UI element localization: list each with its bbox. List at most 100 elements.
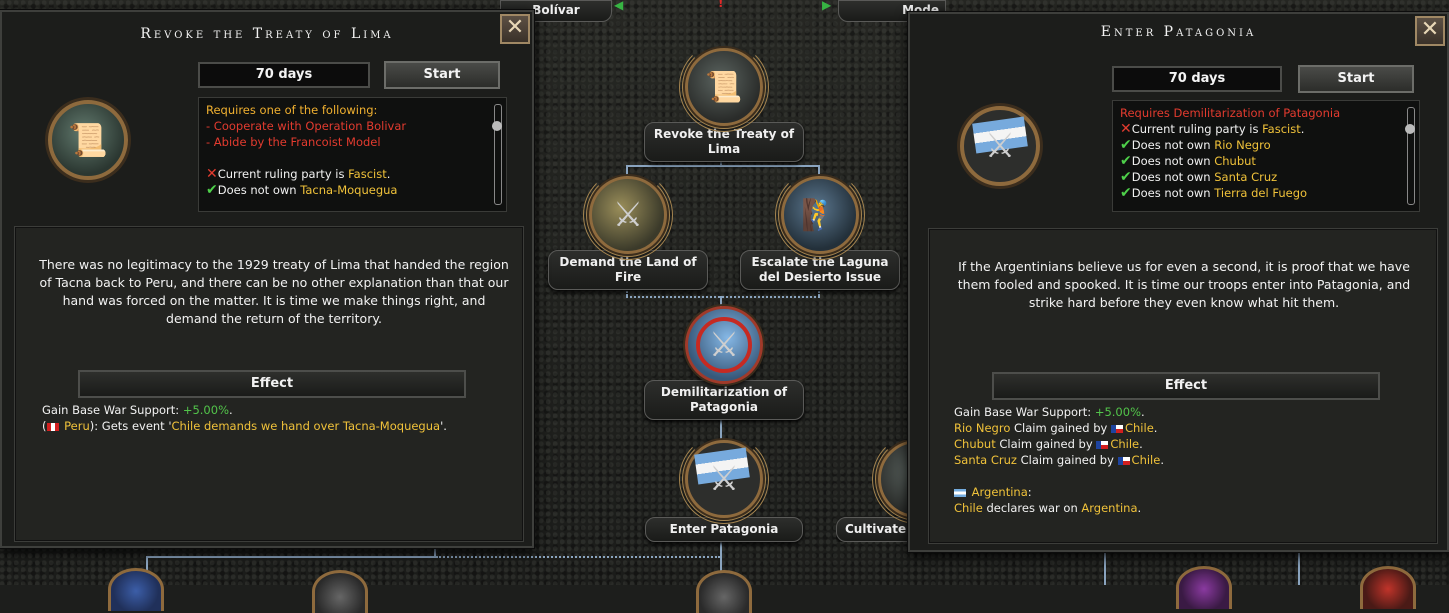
requirement-line: ✕Current ruling party is Fascist. (1120, 121, 1395, 137)
requirement-line: Requires one of the following: (206, 102, 482, 118)
text-span: ): Gets event ' (89, 419, 172, 433)
panel-title: Enter Patagonia (1100, 24, 1257, 40)
text-span: . (1300, 122, 1305, 136)
focus-icon-partial[interactable] (696, 570, 752, 613)
text-span: Santa Cruz (954, 453, 1017, 467)
text-span: Does not own (1131, 154, 1215, 168)
checkmark-icon: ✔ (1120, 185, 1132, 201)
requirement-line (206, 150, 482, 166)
focus-icon-partial[interactable] (1360, 566, 1416, 609)
focus-icon-partial[interactable] (312, 570, 368, 613)
text-span: Does not own (217, 183, 301, 197)
text-span: declares war on (982, 501, 1082, 515)
focus-description: If the Argentinians believe us for even … (957, 259, 1411, 310)
text-span: . (386, 167, 391, 181)
text-span: Fascist (1262, 122, 1301, 136)
text-span: - Abide by the Francoist Model (206, 135, 381, 149)
requirement-line: - Abide by the Francoist Model (206, 134, 482, 150)
text-span: '. (440, 419, 447, 433)
focus-icon-partial[interactable] (1176, 566, 1232, 609)
text-span: Does not own (1131, 170, 1215, 184)
requirements-box[interactable]: Requires Demilitarization of Patagonia ✕C… (1112, 100, 1420, 212)
text-span: Rio Negro (1214, 138, 1271, 152)
checkmark-icon: ✔ (1120, 137, 1132, 153)
focus-land-of-fire[interactable]: ⚔ Demand the Land of Fire (548, 170, 708, 290)
text-span: Does not own (1131, 186, 1215, 200)
text-span: Current ruling party is (1131, 122, 1263, 136)
effect-line: Santa Cruz Claim gained by Chile. (954, 452, 1164, 468)
panel-title: Revoke the Treaty of Lima (140, 26, 394, 42)
text-span: . (1139, 437, 1143, 451)
checkmark-icon: ✔ (1120, 153, 1132, 169)
text-span: : (1027, 485, 1032, 499)
text-span (954, 469, 958, 483)
scrollbar[interactable] (492, 104, 502, 205)
text-span: . (1160, 453, 1164, 467)
effects-list: Gain Base War Support: +5.00%.( Peru): G… (42, 402, 447, 434)
focus-revoke-treaty[interactable]: 📜 Revoke the Treaty of Lima (644, 42, 804, 162)
green-arrow-icon: ◀ (614, 0, 624, 12)
text-span: Chubut (954, 437, 996, 451)
tree-connector (1104, 548, 1106, 585)
effect-line: Gain Base War Support: +5.00%. (954, 404, 1164, 420)
requirement-line: ✔Does not own Santa Cruz (1120, 169, 1395, 185)
close-button[interactable]: ✕ (1415, 16, 1445, 46)
tree-connector-dotted (436, 556, 720, 558)
text-span: Requires one of the following: (206, 103, 378, 117)
text-span: Gain Base War Support: (42, 403, 183, 417)
tree-connector-dotted (626, 296, 820, 298)
text-span: Argentina (968, 485, 1028, 499)
checkmark-icon: ✔ (1120, 169, 1132, 185)
text-span: +5.00% (182, 403, 229, 417)
scroll-icon: 📜 (679, 42, 769, 132)
requirement-line: ✔Does not own Rio Negro (1120, 137, 1395, 153)
flag-icon (46, 422, 59, 431)
text-span: Chile demands we hand over Tacna-Moquegu… (171, 419, 441, 433)
effect-line: Rio Negro Claim gained by Chile. (954, 420, 1164, 436)
focus-duration: 70 days (1112, 66, 1282, 92)
argentina-swords-icon: ⚔ (679, 434, 769, 524)
text-span: Chile (1131, 453, 1161, 467)
tree-connector (146, 556, 436, 558)
focus-demilitarization[interactable]: ⚔ Demilitarization of Patagonia (644, 306, 804, 420)
focus-enter-patagonia[interactable]: ⚔ Enter Patagonia (644, 434, 804, 542)
text-span: Fascist (348, 167, 387, 181)
effect-header: Effect (992, 372, 1380, 400)
text-span: . (229, 403, 233, 417)
start-button[interactable]: Start (384, 61, 500, 89)
start-button[interactable]: Start (1298, 65, 1414, 93)
scrollbar[interactable] (1405, 107, 1415, 205)
green-arrow-icon: ▶ (822, 0, 832, 12)
requirement-line: ✔Does not own Tacna-Moquegua (206, 182, 482, 198)
text-span: Requires Demilitarization of Patagonia (1120, 106, 1341, 120)
exclusive-mark-icon: ! (718, 0, 724, 10)
close-button[interactable]: ✕ (500, 14, 530, 44)
focus-icon-partial[interactable] (108, 568, 164, 611)
text-span: Chubut (1214, 154, 1256, 168)
text-span: +5.00% (1094, 405, 1141, 419)
effect-line: Chile declares war on Argentina. (954, 500, 1164, 516)
text-span: Rio Negro (954, 421, 1011, 435)
tree-connector (1298, 548, 1300, 585)
requirements-box[interactable]: Requires one of the following: - Cooperat… (198, 97, 507, 212)
effect-header: Effect (78, 370, 466, 398)
text-span: Claim gained by (1010, 421, 1111, 435)
effect-line (954, 468, 1164, 484)
climber-icon: 🧗 (775, 170, 865, 260)
requirement-line: - Cooperate with Operation Bolivar (206, 118, 482, 134)
focus-laguna-del-desierto[interactable]: 🧗 Escalate the Laguna del Desierto Issue (740, 170, 900, 290)
focus-cultivate[interactable]: Cultivate (836, 440, 916, 542)
focus-duration: 70 days (198, 62, 370, 88)
text-span: Current ruling party is (217, 167, 349, 181)
effect-line: ( Peru): Gets event 'Chile demands we ha… (42, 418, 447, 434)
text-span: Tierra del Fuego (1214, 186, 1308, 200)
focus-description: There was no legitimacy to the 1929 trea… (39, 257, 509, 326)
text-span: . (1141, 405, 1145, 419)
text-span: Chile (1124, 421, 1154, 435)
text-span: Claim gained by (995, 437, 1097, 451)
text-span: Gain Base War Support: (954, 405, 1095, 419)
text-span: . (1153, 421, 1158, 435)
argentina-swords-icon: ⚔ (960, 106, 1040, 186)
text-span: Argentina (1081, 501, 1138, 515)
text-span: Peru (60, 419, 90, 433)
